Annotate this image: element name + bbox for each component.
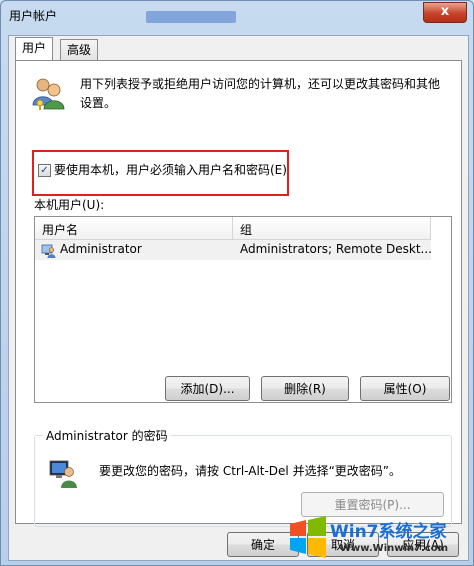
local-users-label: 本机用户(U): [34,198,105,212]
properties-button[interactable]: 属性(O) [360,376,450,401]
user-accounts-window: 用户帐户 x 用户 高级 用下列表授予或拒绝用户访问您的计算机，还可以更改其密码… [0,0,474,566]
cell-groups: Administrators; Remote Deskt... [240,242,432,256]
column-header-group[interactable]: 组 [240,221,252,238]
tab-users[interactable]: 用户 [15,37,54,60]
cell-username: Administrator [60,242,142,256]
watermark-url: Www.Winwin7.com [340,543,449,554]
column-header-username[interactable]: 用户名 [42,221,78,238]
close-icon: x [440,4,450,19]
password-group-title: Administrator 的密码 [43,427,171,444]
require-login-checkbox[interactable]: ✓ [38,164,51,177]
password-user-icon [49,460,77,488]
remove-user-button[interactable]: 删除(R) [261,376,349,401]
dialog-client-area: 用户 高级 用下列表授予或拒绝用户访问您的计算机，还可以更改其密码和其他设置。 … [8,35,469,561]
list-header: 用户名 组 [35,217,431,240]
table-row[interactable]: Administrator Administrators; Remote Des… [35,240,432,260]
title-bar[interactable]: 用户帐户 x [1,1,473,29]
tab-advanced[interactable]: 高级 [60,39,99,60]
user-icon [41,244,56,258]
check-icon: ✓ [40,165,49,176]
require-login-label[interactable]: 要使用本机，用户必须输入用户名和密码(E) [54,161,287,178]
column-divider[interactable] [430,217,431,239]
password-instructions: 要更改您的密码，请按 Ctrl-Alt-Del 并选择“更改密码”。 [99,464,402,478]
column-divider[interactable] [232,217,233,239]
watermark-text: Win7系统之家 [330,522,447,542]
users-tab-panel: 用下列表授予或拒绝用户访问您的计算机，还可以更改其密码和其他设置。 ✓ 要使用本… [15,60,462,527]
add-user-button[interactable]: 添加(D)... [165,376,250,401]
local-users-list[interactable]: 用户名 组 Administrator Administrators; Remo… [34,216,452,403]
window-title: 用户帐户 [9,9,58,23]
close-button[interactable]: x [423,2,467,23]
users-icon [32,78,65,110]
description-text: 用下列表授予或拒绝用户访问您的计算机，还可以更改其密码和其他设置。 [80,77,441,110]
blurred-title-region [146,11,236,23]
